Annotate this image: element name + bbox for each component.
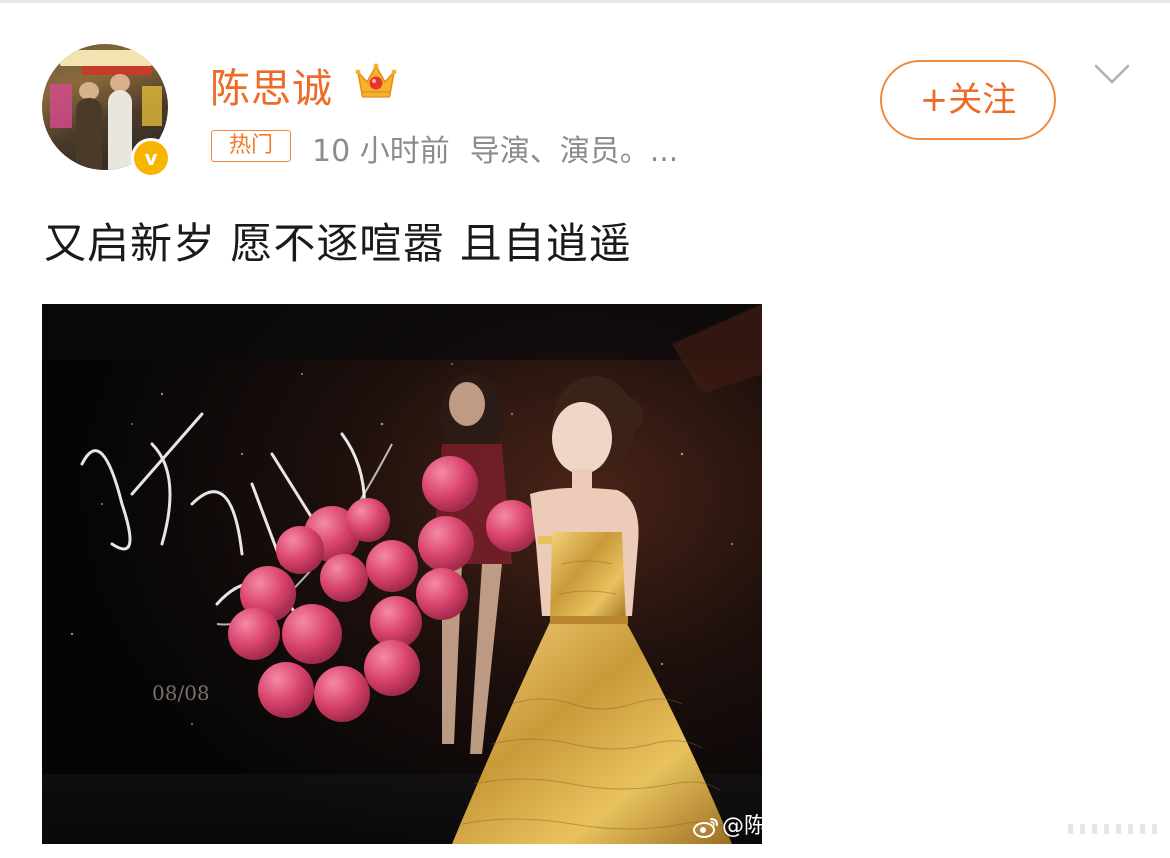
post-text: 又启新岁 愿不逐喧嚣 且自逍遥 xyxy=(44,219,632,268)
carousel-indicator xyxy=(1068,824,1157,834)
top-divider xyxy=(0,0,1170,3)
chevron-down-icon[interactable] xyxy=(1092,60,1132,90)
weibo-icon xyxy=(692,818,718,838)
user-name[interactable]: 陈思诚 xyxy=(210,56,333,114)
post-image[interactable]: 08/08 @陈 xyxy=(42,304,762,844)
post-time: 10 小时前 xyxy=(312,134,450,169)
background-date: 08/08 xyxy=(152,681,210,705)
verified-badge-icon: v xyxy=(131,138,171,178)
post-meta: 10 小时前 导演、演员。... xyxy=(312,126,678,170)
image-watermark: @陈 xyxy=(692,808,762,840)
hot-tag[interactable]: 热门 xyxy=(211,130,291,162)
follow-button[interactable]: +关注 xyxy=(880,60,1056,140)
user-bio: 导演、演员。... xyxy=(469,134,679,169)
crown-icon xyxy=(355,63,397,98)
post-photo: 08/08 xyxy=(42,304,762,844)
watermark-text: @陈 xyxy=(721,814,762,839)
